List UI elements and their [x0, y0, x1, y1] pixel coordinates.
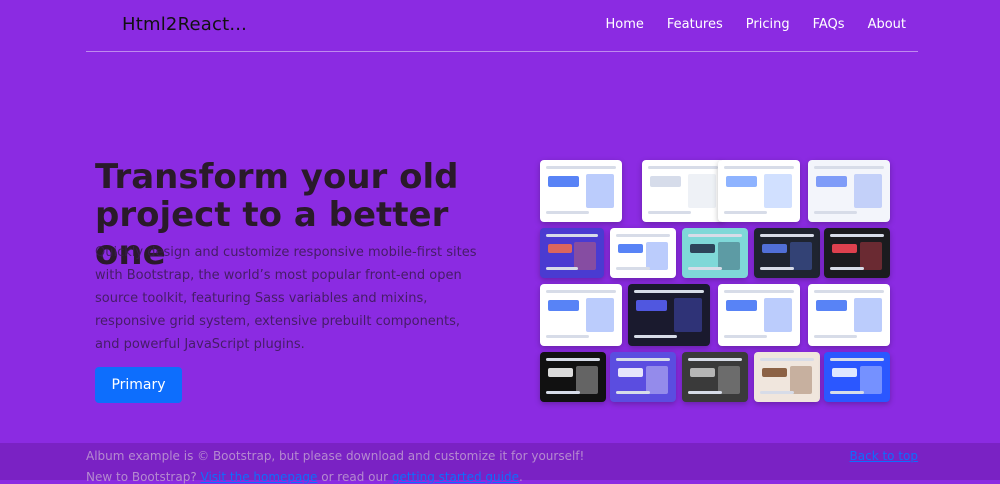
primary-button[interactable]: Primary [95, 367, 182, 403]
template-tile-5 [540, 228, 604, 278]
nav-pricing[interactable]: Pricing [746, 17, 790, 32]
templates-collage [536, 156, 896, 406]
template-tile-6 [610, 228, 676, 278]
nav-about[interactable]: About [868, 17, 906, 32]
header-divider [86, 51, 918, 52]
getting-started-link[interactable]: getting started guide [392, 470, 519, 484]
template-tile-4 [808, 160, 890, 222]
footer-help-prefix: New to Bootstrap? [86, 470, 201, 484]
template-tile-3 [718, 160, 800, 222]
footer-help-mid: or read our [317, 470, 392, 484]
footer-help-text: New to Bootstrap? Visit the homepage or … [86, 470, 523, 484]
template-tile-17 [754, 352, 820, 402]
footer-help-suffix: . [518, 470, 523, 484]
nav-faqs[interactable]: FAQs [813, 17, 845, 32]
template-tile-2 [642, 160, 724, 222]
template-tile-7 [682, 228, 748, 278]
site-header: Html2React... Home Features Pricing FAQs… [0, 0, 1000, 52]
back-to-top-link[interactable]: Back to top [850, 449, 918, 463]
template-tile-8 [754, 228, 820, 278]
template-tile-15 [610, 352, 676, 402]
main-nav: Home Features Pricing FAQs About [605, 17, 906, 32]
brand-logo-text[interactable]: Html2React... [122, 14, 247, 35]
template-tile-13 [808, 284, 890, 346]
template-tile-14 [540, 352, 606, 402]
template-tile-1 [540, 160, 622, 222]
template-tile-10 [540, 284, 622, 346]
homepage-link[interactable]: Visit the homepage [201, 470, 318, 484]
footer-copyright: Album example is © Bootstrap, but please… [86, 449, 585, 463]
template-tile-9 [824, 228, 890, 278]
template-tile-12 [718, 284, 800, 346]
hero-description: Quickly design and customize responsive … [95, 245, 477, 352]
nav-home[interactable]: Home [605, 17, 643, 32]
nav-features[interactable]: Features [667, 17, 723, 32]
template-tile-16 [682, 352, 748, 402]
template-tile-18 [824, 352, 890, 402]
template-tile-11 [628, 284, 710, 346]
